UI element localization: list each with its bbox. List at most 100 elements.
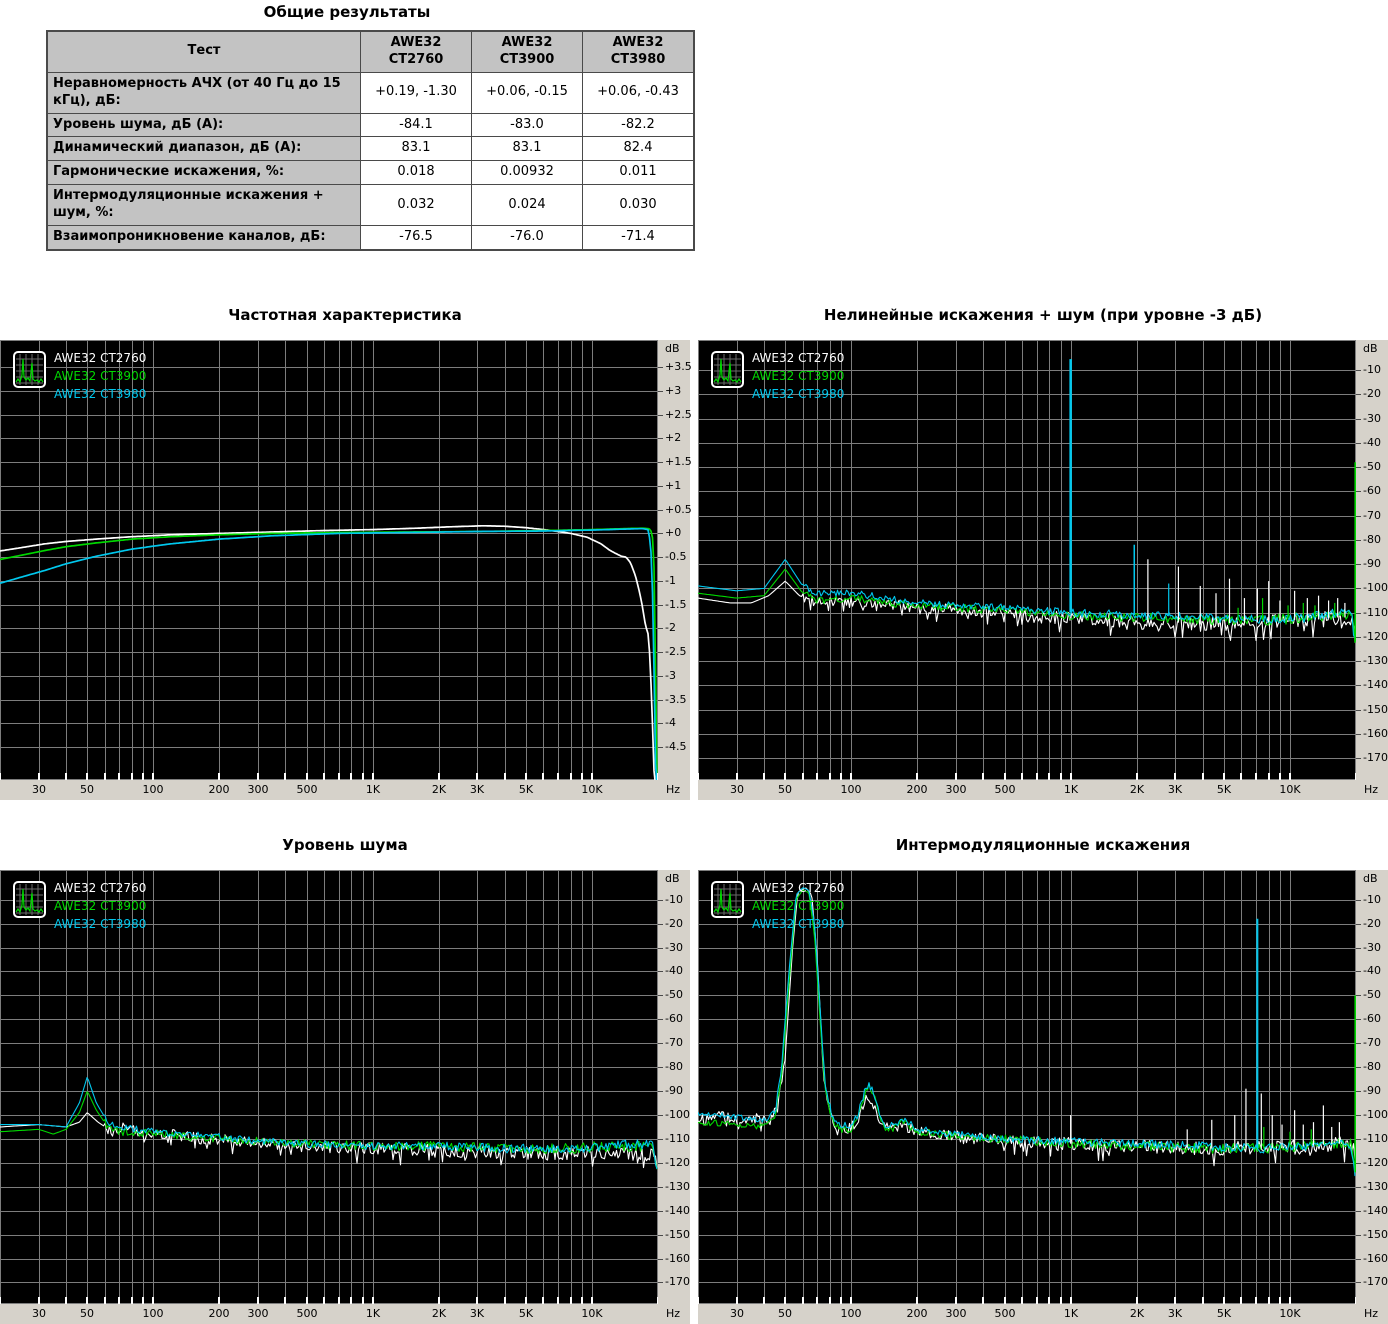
freq-tick-label: 200 xyxy=(208,1307,230,1320)
value-cell: 0.024 xyxy=(471,184,583,227)
db-tick-mark xyxy=(1356,685,1361,686)
db-tick-mark xyxy=(658,995,663,996)
freq-tick-label: 5K xyxy=(518,1307,534,1320)
db-tick-mark xyxy=(658,605,663,606)
db-tick-label: +1 xyxy=(665,479,682,492)
db-tick-mark xyxy=(1356,1043,1361,1044)
db-tick-label: -90 xyxy=(665,1084,683,1097)
freq-tick-label: 30 xyxy=(730,783,744,796)
freq-axis-thd-noise: 30 50 100 200 300 500 1K 2K 3K 5K 10K xyxy=(698,780,1356,800)
db-tick-mark xyxy=(658,1211,663,1212)
freq-tick-label: 500 xyxy=(296,783,318,796)
db-tick-mark xyxy=(1356,924,1361,925)
db-tick-label: -50 xyxy=(1363,460,1381,473)
value-cell: 83.1 xyxy=(360,136,472,162)
db-tick-mark xyxy=(658,1282,663,1283)
db-tick-mark xyxy=(1356,734,1361,735)
db-tick-label: -120 xyxy=(1363,1156,1388,1169)
db-tick-mark xyxy=(658,700,663,701)
chart-title-imd: Интермодуляционные искажения xyxy=(895,836,1191,854)
freq-tick-label: 50 xyxy=(80,1307,94,1320)
db-tick-label: -2.5 xyxy=(665,645,687,658)
table-row: Уровень шума, дБ (А): -84.1 -83.0 -82.2 xyxy=(46,112,695,138)
db-axis-unit: dB xyxy=(1363,342,1378,355)
db-tick-mark xyxy=(1356,370,1361,371)
freq-tick-label: 10K xyxy=(1279,1307,1301,1320)
db-tick-label: -130 xyxy=(1363,1180,1388,1193)
value-cell: 0.018 xyxy=(360,160,472,186)
freq-tick-label: 3K xyxy=(469,1307,485,1320)
legend-item: AWE32 CT2760 xyxy=(54,881,147,895)
db-tick-mark xyxy=(658,367,663,368)
chart-title-thd-noise: Нелинейные искажения + шум (при уровне -… xyxy=(823,306,1263,324)
db-tick-label: +0 xyxy=(665,526,682,539)
freq-axis-frequency-response: 30 50 100 200 300 500 1K 2K 3K 5K 10K xyxy=(0,780,658,800)
spectrum-icon xyxy=(711,881,744,918)
value-cell: 83.1 xyxy=(471,136,583,162)
db-tick-mark xyxy=(1356,588,1361,589)
db-tick-label: -60 xyxy=(1363,484,1381,497)
chart-title-frequency-response: Частотная характеристика xyxy=(228,306,462,324)
plot-area-frequency-response xyxy=(0,340,658,780)
value-cell: +0.19, -1.30 xyxy=(360,71,472,114)
db-tick-label: -160 xyxy=(1363,1252,1388,1265)
db-tick-label: -70 xyxy=(665,1036,683,1049)
row-label: Гармонические искажения, %: xyxy=(46,160,361,186)
db-tick-label: -100 xyxy=(665,1108,690,1121)
db-tick-label: -130 xyxy=(1363,654,1388,667)
results-table: Тест AWE32 CT2760 AWE32 CT3900 AWE32 CT3980… xyxy=(46,30,695,251)
db-tick-mark xyxy=(658,1259,663,1260)
freq-tick-label: 100 xyxy=(840,783,862,796)
db-tick-mark xyxy=(658,1115,663,1116)
row-label: Динамический диапазон, дБ (А): xyxy=(46,136,361,162)
db-tick-mark xyxy=(658,1187,663,1188)
db-tick-label: -140 xyxy=(1363,1204,1388,1217)
freq-tick-label: 100 xyxy=(840,1307,862,1320)
row-label: Уровень шума, дБ (А): xyxy=(46,112,361,138)
db-tick-mark xyxy=(658,581,663,582)
db-axis-frequency-response: dB +3.5 +3 +2.5 +2 +1.5 +1 +0.5 +0 -0.5 -1 -1.5 -2 -2… xyxy=(658,340,692,800)
db-tick-mark xyxy=(1356,710,1361,711)
freq-tick-label: 10K xyxy=(581,783,603,796)
freq-tick-label: 300 xyxy=(247,783,269,796)
value-cell: -76.5 xyxy=(360,225,472,251)
db-tick-label: -160 xyxy=(665,1252,690,1265)
db-tick-mark xyxy=(658,391,663,392)
freq-tick-label: 30 xyxy=(730,1307,744,1320)
db-tick-label: -120 xyxy=(1363,630,1388,643)
db-tick-mark xyxy=(1356,516,1361,517)
db-tick-label: -1 xyxy=(665,574,676,587)
legend-item: AWE32 CT2760 xyxy=(752,351,845,365)
db-axis-unit: dB xyxy=(665,872,680,885)
freq-tick-label: 300 xyxy=(945,783,967,796)
db-tick-label: +2 xyxy=(665,431,682,444)
db-tick-mark xyxy=(1356,1282,1361,1283)
spectrum-icon xyxy=(13,351,46,388)
chart-noise-level: dB -10 -20 -30 -40 -50 -60 -70 -80 -90 -100 -110 -12… xyxy=(0,870,690,1324)
db-tick-mark xyxy=(658,1067,663,1068)
db-tick-label: -10 xyxy=(1363,363,1381,376)
db-tick-label: -70 xyxy=(1363,1036,1381,1049)
freq-tick-label: 100 xyxy=(142,1307,164,1320)
legend-item: AWE32 CT3900 xyxy=(752,369,845,383)
freq-tick-label: 200 xyxy=(906,1307,928,1320)
db-tick-mark xyxy=(658,628,663,629)
db-tick-mark xyxy=(658,438,663,439)
db-tick-mark xyxy=(1356,564,1361,565)
value-cell: -83.0 xyxy=(471,112,583,138)
db-axis-imd: dB -10 -20 -30 -40 -50 -60 -70 -80 -90 -100 -110 -12… xyxy=(1356,870,1388,1324)
freq-tick-label: 3K xyxy=(1167,1307,1183,1320)
db-tick-label: -40 xyxy=(1363,964,1381,977)
chart-imd: dB -10 -20 -30 -40 -50 -60 -70 -80 -90 -100 -110 -12… xyxy=(698,870,1388,1324)
freq-tick-label: 10K xyxy=(1279,783,1301,796)
db-tick-label: -60 xyxy=(1363,1012,1381,1025)
db-tick-label: -110 xyxy=(1363,606,1388,619)
db-tick-mark xyxy=(1356,661,1361,662)
freq-tick-label: 500 xyxy=(296,1307,318,1320)
db-tick-mark xyxy=(1356,613,1361,614)
spectrum-icon xyxy=(711,351,744,388)
db-tick-label: -50 xyxy=(665,988,683,1001)
freq-tick-label: 3K xyxy=(1167,783,1183,796)
row-label: Неравномерность АЧХ (от 40 Гц до 15 кГц)… xyxy=(46,71,361,114)
freq-tick-label: 500 xyxy=(994,1307,1016,1320)
